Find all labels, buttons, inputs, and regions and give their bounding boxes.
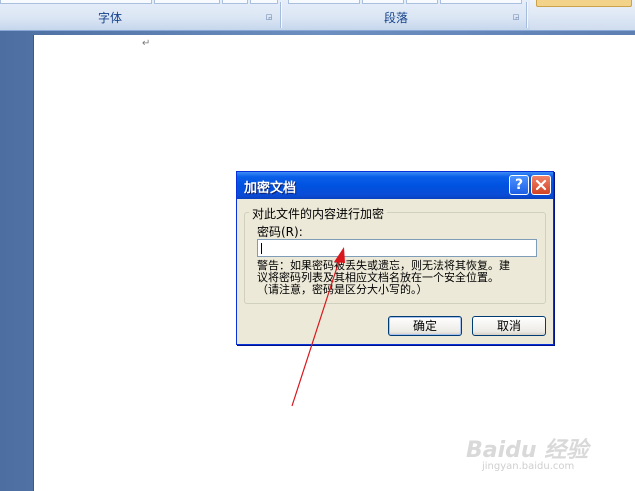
ribbon-control-stub[interactable] (0, 0, 152, 4)
ribbon-control-stub[interactable] (250, 0, 278, 4)
ribbon-control-stub[interactable] (536, 0, 632, 7)
close-button[interactable] (531, 175, 551, 195)
warning-line: （请注意，密码是区分大小写的。） (257, 283, 428, 296)
warning-text: 警告：如果密码被丢失或遗忘，则无法将其恢复。建 议将密码列表及其相应文档名放在一… (257, 260, 539, 296)
cancel-button[interactable]: 取消 (472, 316, 546, 336)
ribbon-control-stub[interactable] (154, 0, 220, 4)
dialog-titlebar[interactable]: 加密文档 ? (237, 172, 553, 199)
help-button[interactable]: ? (509, 175, 529, 195)
encrypt-document-dialog: 加密文档 ? 对此文件的内容进行加密 密码(R): 警告：如果密码被丢失或遗忘，… (236, 171, 554, 345)
dialog-title: 加密文档 (244, 181, 297, 196)
password-field[interactable] (257, 239, 537, 257)
ribbon-control-stub[interactable] (406, 0, 438, 4)
ribbon: 字体 ◲ 段落 ◲ (0, 0, 635, 31)
baidu-jingyan-logo: Baidu 经验 (466, 438, 589, 463)
ribbon-styles-group (530, 0, 635, 30)
watermark-url: jingyan.baidu.com (482, 461, 575, 472)
ribbon-control-stub[interactable] (362, 0, 404, 4)
text-caret (261, 243, 262, 254)
dialog-launcher-icon[interactable]: ◲ (512, 13, 520, 21)
dialog-launcher-icon[interactable]: ◲ (265, 13, 273, 21)
close-icon (535, 179, 547, 191)
ribbon-group-font-label: 字体 (97, 11, 122, 25)
ribbon-control-stub[interactable] (222, 0, 248, 4)
ribbon-control-stub[interactable] (288, 0, 360, 4)
ribbon-group-separator (526, 2, 527, 28)
ribbon-control-stub[interactable] (440, 0, 522, 4)
password-label: 密码(R): (257, 225, 303, 239)
ok-button[interactable]: 确定 (388, 316, 462, 336)
ribbon-group-paragraph-label: 段落 (383, 11, 408, 25)
paragraph-mark: ↵ (142, 38, 151, 49)
ribbon-group-separator (280, 2, 281, 28)
groupbox-title: 对此文件的内容进行加密 (249, 205, 388, 222)
